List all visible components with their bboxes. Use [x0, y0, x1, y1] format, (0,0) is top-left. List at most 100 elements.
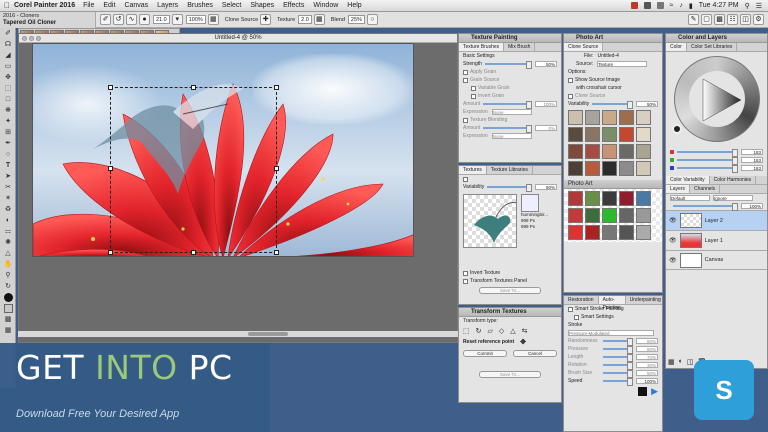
brush-dab-icon[interactable]: ●: [139, 14, 150, 25]
settings-icon[interactable]: ⚙: [753, 14, 764, 25]
commit-button[interactable]: Commit: [463, 350, 507, 357]
pressure-slider[interactable]: [603, 346, 633, 354]
perspective-icon[interactable]: △: [2, 249, 14, 259]
layer-opacity-value[interactable]: 100%: [741, 203, 763, 209]
grain-amount-value[interactable]: 100%: [535, 101, 557, 107]
pattern-swatch[interactable]: [619, 208, 634, 223]
variability-value[interactable]: 50%: [636, 101, 658, 107]
rotate-icon[interactable]: ↻: [476, 327, 482, 335]
pattern-swatch[interactable]: [602, 208, 617, 223]
blue-slider[interactable]: [677, 165, 738, 173]
texture-swatch[interactable]: [619, 110, 634, 125]
distort-icon[interactable]: ◇: [499, 327, 504, 335]
selection-marquee[interactable]: [108, 85, 279, 255]
green-slider[interactable]: [677, 157, 738, 165]
volume-icon[interactable]: ♪: [679, 2, 683, 9]
selection-handle[interactable]: [274, 250, 279, 255]
workspace-icon[interactable]: ☷: [727, 14, 738, 25]
paper-icon[interactable]: ▢: [701, 14, 712, 25]
paper-swatch-icon[interactable]: ▩: [2, 315, 14, 325]
checkbox[interactable]: [463, 270, 468, 276]
menu-canvas[interactable]: Canvas: [124, 2, 148, 9]
apple-icon[interactable]: : [0, 1, 14, 10]
selection-handle[interactable]: [191, 250, 196, 255]
texture-swatch[interactable]: [619, 127, 634, 142]
texture-swatch[interactable]: [619, 161, 634, 176]
flip-icon[interactable]: ⇆: [522, 327, 528, 335]
checkbox[interactable]: [574, 314, 579, 320]
scrollbar-thumb[interactable]: [248, 332, 288, 336]
tray-icon[interactable]: [643, 2, 651, 9]
selection-handle[interactable]: [191, 85, 196, 90]
app-menu[interactable]: Corel Painter 2016: [14, 2, 75, 9]
lasso-icon[interactable]: ❋: [2, 106, 14, 116]
pattern-swatch[interactable]: [636, 208, 651, 223]
texture-swatch[interactable]: [602, 110, 617, 125]
new-layer-icon[interactable]: ▦: [668, 358, 675, 366]
blend-amount-slider[interactable]: [483, 125, 532, 133]
notification-icon[interactable]: ☰: [756, 2, 762, 10]
cancel-button[interactable]: Cancel: [513, 350, 557, 357]
variability-value[interactable]: 50%: [535, 184, 557, 190]
selection-handle[interactable]: [274, 85, 279, 90]
grab-icon[interactable]: ✋: [2, 260, 14, 270]
layer-opacity-slider[interactable]: [673, 203, 738, 211]
tab-textures[interactable]: Textures: [459, 166, 487, 174]
menu-window[interactable]: Window: [313, 2, 338, 9]
blue-value[interactable]: 183: [741, 165, 763, 171]
size-field[interactable]: 21.0: [153, 15, 170, 24]
shape-selection-icon[interactable]: ➤: [2, 172, 14, 182]
texture-swatch[interactable]: [636, 144, 651, 159]
selection-handle[interactable]: [108, 166, 113, 171]
checkbox[interactable]: [471, 85, 476, 91]
grain-amount-slider[interactable]: [483, 101, 532, 109]
strength-value[interactable]: 50%: [535, 61, 557, 67]
layer-row-selected[interactable]: 👁 Layer 2: [666, 210, 767, 230]
magnifier-icon[interactable]: ⚲: [2, 271, 14, 281]
stroke-select[interactable]: Pressure-Modulated: [568, 330, 654, 336]
checkbox[interactable]: [568, 306, 573, 312]
texture-swatch[interactable]: [585, 144, 600, 159]
opacity-field[interactable]: 100%: [185, 15, 206, 24]
rubber-stamp-icon[interactable]: ♻: [2, 205, 14, 215]
menu-edit[interactable]: Edit: [103, 2, 115, 9]
tab-texture-brushes[interactable]: Texture Brushes: [459, 43, 505, 51]
eraser-icon[interactable]: ▭: [2, 62, 14, 72]
length-value[interactable]: 70%: [636, 354, 658, 360]
magic-wand-icon[interactable]: ✦: [2, 117, 14, 127]
pattern-swatch[interactable]: [636, 191, 651, 206]
pattern-swatch[interactable]: [585, 191, 600, 206]
source-select[interactable]: Texture: [597, 61, 648, 67]
saturation-triangle[interactable]: [675, 57, 761, 143]
main-color-swatch[interactable]: [2, 293, 14, 303]
pattern-swatch[interactable]: [585, 208, 600, 223]
rotation-value[interactable]: 30%: [636, 362, 658, 368]
blend-mode-select[interactable]: Default: [670, 195, 710, 201]
tab-layers[interactable]: Layers: [666, 185, 691, 193]
stroke-type-icon[interactable]: ∿: [126, 14, 137, 25]
tab-color-harmonies[interactable]: Color Harmonies: [710, 176, 757, 184]
menu-brushes[interactable]: Brushes: [187, 2, 213, 9]
layer-adjuster-icon[interactable]: ✥: [2, 73, 14, 83]
visibility-eye-icon[interactable]: 👁: [669, 257, 677, 264]
media-icon[interactable]: ▩: [714, 14, 725, 25]
texture-swatch[interactable]: [602, 144, 617, 159]
pattern-swatch[interactable]: [619, 225, 634, 240]
menu-help[interactable]: Help: [347, 2, 361, 9]
selection-handle[interactable]: [274, 166, 279, 171]
texture-swatch[interactable]: [619, 144, 634, 159]
clone-source-icon[interactable]: ✚: [260, 14, 272, 25]
cloner-icon[interactable]: ✶: [2, 194, 14, 204]
variability-slider[interactable]: [592, 101, 633, 109]
tab-auto-painting[interactable]: Auto-Painting: [598, 296, 626, 311]
main-color-swatch[interactable]: [672, 124, 682, 134]
menu-file[interactable]: File: [83, 2, 94, 9]
texture-swatch[interactable]: [585, 110, 600, 125]
shape-icon[interactable]: ○: [2, 150, 14, 160]
visibility-eye-icon[interactable]: 👁: [669, 237, 677, 244]
mirror-icon[interactable]: ⚏: [2, 227, 14, 237]
crop-icon[interactable]: ⊞: [2, 128, 14, 138]
variability-slider[interactable]: [487, 184, 532, 192]
extra-icon[interactable]: ○: [366, 14, 378, 25]
pattern-swatch[interactable]: [568, 191, 583, 206]
